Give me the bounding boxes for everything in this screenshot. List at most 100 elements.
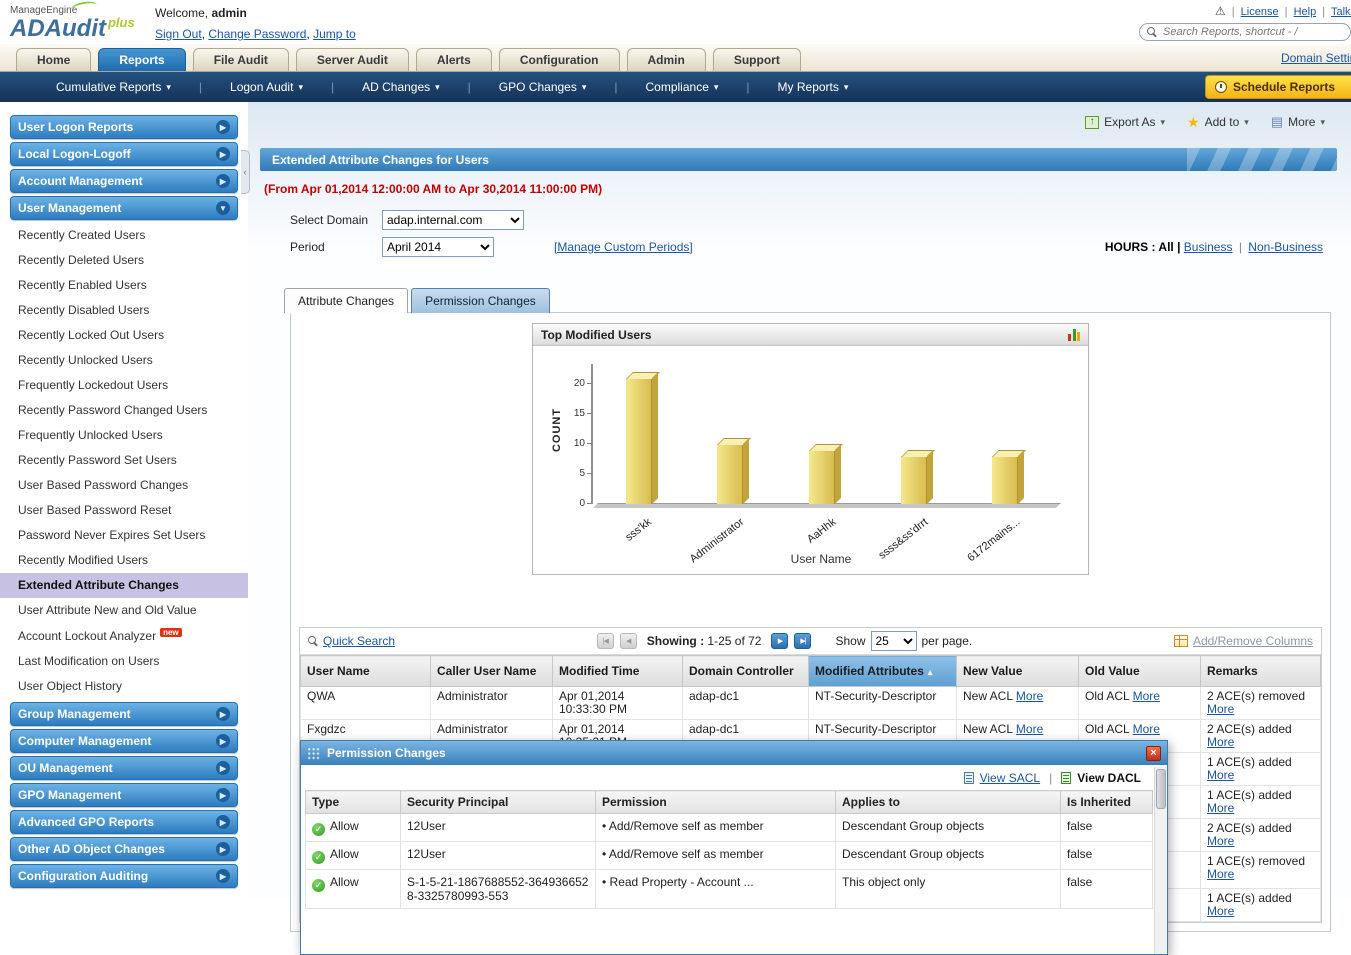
export-as-button[interactable]: Export As	[1085, 115, 1165, 129]
help-link[interactable]: Help	[1294, 6, 1317, 18]
sidebar-section-user-management[interactable]: User Management	[10, 196, 238, 220]
column-header-user-name[interactable]: User Name	[301, 656, 431, 687]
sidebar-section-advanced-gpo-reports[interactable]: Advanced GPO Reports	[10, 810, 238, 834]
column-header-old-value[interactable]: Old Value	[1079, 656, 1201, 687]
first-page-button[interactable]	[597, 633, 614, 649]
schedule-reports-button[interactable]: Schedule Reports	[1205, 75, 1351, 99]
column-header-modified-attributes[interactable]: Modified Attributes	[809, 656, 957, 687]
sidebar-section-user-logon-reports[interactable]: User Logon Reports	[10, 115, 238, 139]
sidebar-section-ou-management[interactable]: OU Management	[10, 756, 238, 780]
column-header-caller-user-name[interactable]: Caller User Name	[431, 656, 553, 687]
last-page-button[interactable]	[794, 633, 811, 649]
sidebar-item-user-based-password-reset[interactable]: User Based Password Reset	[0, 498, 248, 523]
more-link[interactable]: More	[1207, 702, 1234, 716]
chart-bar[interactable]	[626, 378, 652, 504]
column-header-new-value[interactable]: New Value	[957, 656, 1079, 687]
tab-admin[interactable]: Admin	[627, 48, 706, 71]
tab-server-audit[interactable]: Server Audit	[296, 48, 409, 71]
dialog-column-type[interactable]: Type	[306, 791, 401, 814]
sidebar-item-recently-modified-users[interactable]: Recently Modified Users	[0, 548, 248, 573]
sidebar-section-group-management[interactable]: Group Management	[10, 702, 238, 726]
column-header-domain-controller[interactable]: Domain Controller	[683, 656, 809, 687]
more-button[interactable]: More	[1271, 114, 1325, 130]
next-page-button[interactable]	[771, 633, 788, 649]
sidebar-item-extended-attribute-changes[interactable]: Extended Attribute Changes	[0, 573, 248, 598]
sidebar-item-last-modification-on-users[interactable]: Last Modification on Users	[0, 649, 248, 674]
tab-configuration[interactable]: Configuration	[499, 48, 620, 71]
sidebar-item-password-never-expires-set-users[interactable]: Password Never Expires Set Users	[0, 523, 248, 548]
chart-bar[interactable]	[717, 444, 743, 504]
more-link[interactable]: More	[1207, 904, 1234, 918]
sidebar-collapse-handle[interactable]	[241, 150, 250, 194]
period-select[interactable]: April 2014	[382, 237, 494, 257]
dialog-scrollbar[interactable]	[1154, 767, 1167, 954]
sidebar-item-user-object-history[interactable]: User Object History	[0, 674, 248, 699]
chart-bar[interactable]	[809, 450, 835, 504]
sidebar-item-recently-created-users[interactable]: Recently Created Users	[0, 223, 248, 248]
chart-bar[interactable]	[901, 456, 927, 504]
hours-nonbusiness-link[interactable]: Non-Business	[1248, 240, 1323, 254]
sidebar-section-other-ad-object-changes[interactable]: Other AD Object Changes	[10, 837, 238, 861]
adaudit-logo[interactable]: ManageEngine ADAuditplus	[10, 2, 135, 41]
sidebar-section-account-management[interactable]: Account Management	[10, 169, 238, 193]
manage-custom-periods-link[interactable]: [Manage Custom Periods]	[554, 240, 693, 254]
page-size-select[interactable]: 25	[871, 631, 917, 651]
menu-logon-audit[interactable]: Logon Audit	[202, 80, 331, 94]
sidebar-item-frequently-unlocked-users[interactable]: Frequently Unlocked Users	[0, 423, 248, 448]
column-header-remarks[interactable]: Remarks	[1201, 656, 1321, 687]
menu-my-reports[interactable]: My Reports	[750, 80, 877, 94]
close-icon[interactable]	[1146, 746, 1161, 761]
quick-search[interactable]: Quick Search	[308, 634, 395, 648]
more-link[interactable]: More	[1016, 722, 1043, 736]
more-link[interactable]: More	[1133, 722, 1160, 736]
tab-permission-changes[interactable]: Permission Changes	[411, 288, 550, 313]
more-link[interactable]: More	[1207, 735, 1234, 749]
view-dacl-link[interactable]: View DACL	[1077, 771, 1141, 785]
drag-handle-icon[interactable]	[307, 747, 320, 760]
dialog-column-applies-to[interactable]: Applies to	[836, 791, 1061, 814]
search-input[interactable]	[1163, 26, 1341, 38]
menu-gpo-changes[interactable]: GPO Changes	[471, 80, 615, 94]
scrollbar-thumb[interactable]	[1156, 769, 1166, 809]
sidebar-item-recently-password-changed-users[interactable]: Recently Password Changed Users	[0, 398, 248, 423]
dialog-column-security-principal[interactable]: Security Principal	[401, 791, 596, 814]
more-link[interactable]: More	[1207, 768, 1234, 782]
sidebar-item-recently-deleted-users[interactable]: Recently Deleted Users	[0, 248, 248, 273]
sidebar-item-recently-password-set-users[interactable]: Recently Password Set Users	[0, 448, 248, 473]
menu-ad-changes[interactable]: AD Changes	[334, 80, 468, 94]
add-remove-columns[interactable]: Add/Remove Columns	[1174, 634, 1313, 648]
sidebar-item-user-attribute-new-and-old-value[interactable]: User Attribute New and Old Value	[0, 598, 248, 623]
sidebar-section-gpo-management[interactable]: GPO Management	[10, 783, 238, 807]
domain-settings-link[interactable]: Domain Settings	[1281, 51, 1351, 65]
more-link[interactable]: More	[1207, 801, 1234, 815]
talkback-link[interactable]: TalkBack	[1331, 6, 1351, 18]
sidebar-item-user-based-password-changes[interactable]: User Based Password Changes	[0, 473, 248, 498]
sidebar-item-account-lockout-analyzer[interactable]: Account Lockout Analyzernew	[0, 623, 248, 649]
sidebar-item-frequently-lockedout-users[interactable]: Frequently Lockedout Users	[0, 373, 248, 398]
domain-select[interactable]: adap.internal.com	[382, 210, 524, 230]
license-link[interactable]: License	[1241, 6, 1279, 18]
sidebar-item-recently-enabled-users[interactable]: Recently Enabled Users	[0, 273, 248, 298]
add-remove-columns-link[interactable]: Add/Remove Columns	[1193, 634, 1313, 648]
more-link[interactable]: More	[1207, 867, 1234, 881]
dialog-column-permission[interactable]: Permission	[596, 791, 836, 814]
hours-business-link[interactable]: Business	[1184, 240, 1233, 254]
warning-icon[interactable]	[1215, 6, 1226, 18]
tab-attribute-changes[interactable]: Attribute Changes	[284, 288, 408, 313]
view-sacl-link[interactable]: View SACL	[980, 771, 1040, 785]
sidebar-section-computer-management[interactable]: Computer Management	[10, 729, 238, 753]
more-link[interactable]: More	[1207, 834, 1234, 848]
more-link[interactable]: More	[1016, 689, 1043, 703]
sidebar-item-recently-disabled-users[interactable]: Recently Disabled Users	[0, 298, 248, 323]
menu-compliance[interactable]: Compliance	[618, 80, 747, 94]
tab-alerts[interactable]: Alerts	[416, 48, 492, 71]
quick-search-link[interactable]: Quick Search	[323, 634, 395, 648]
search-box[interactable]	[1139, 23, 1351, 41]
sidebar-section-local-logon-logoff[interactable]: Local Logon-Logoff	[10, 142, 238, 166]
dialog-title-bar[interactable]: Permission Changes	[301, 741, 1167, 765]
more-link[interactable]: More	[1133, 689, 1160, 703]
add-to-button[interactable]: Add to	[1187, 114, 1249, 131]
tab-home[interactable]: Home	[16, 48, 91, 71]
jump-to-link[interactable]: Jump to	[313, 27, 356, 41]
column-header-modified-time[interactable]: Modified Time	[553, 656, 683, 687]
